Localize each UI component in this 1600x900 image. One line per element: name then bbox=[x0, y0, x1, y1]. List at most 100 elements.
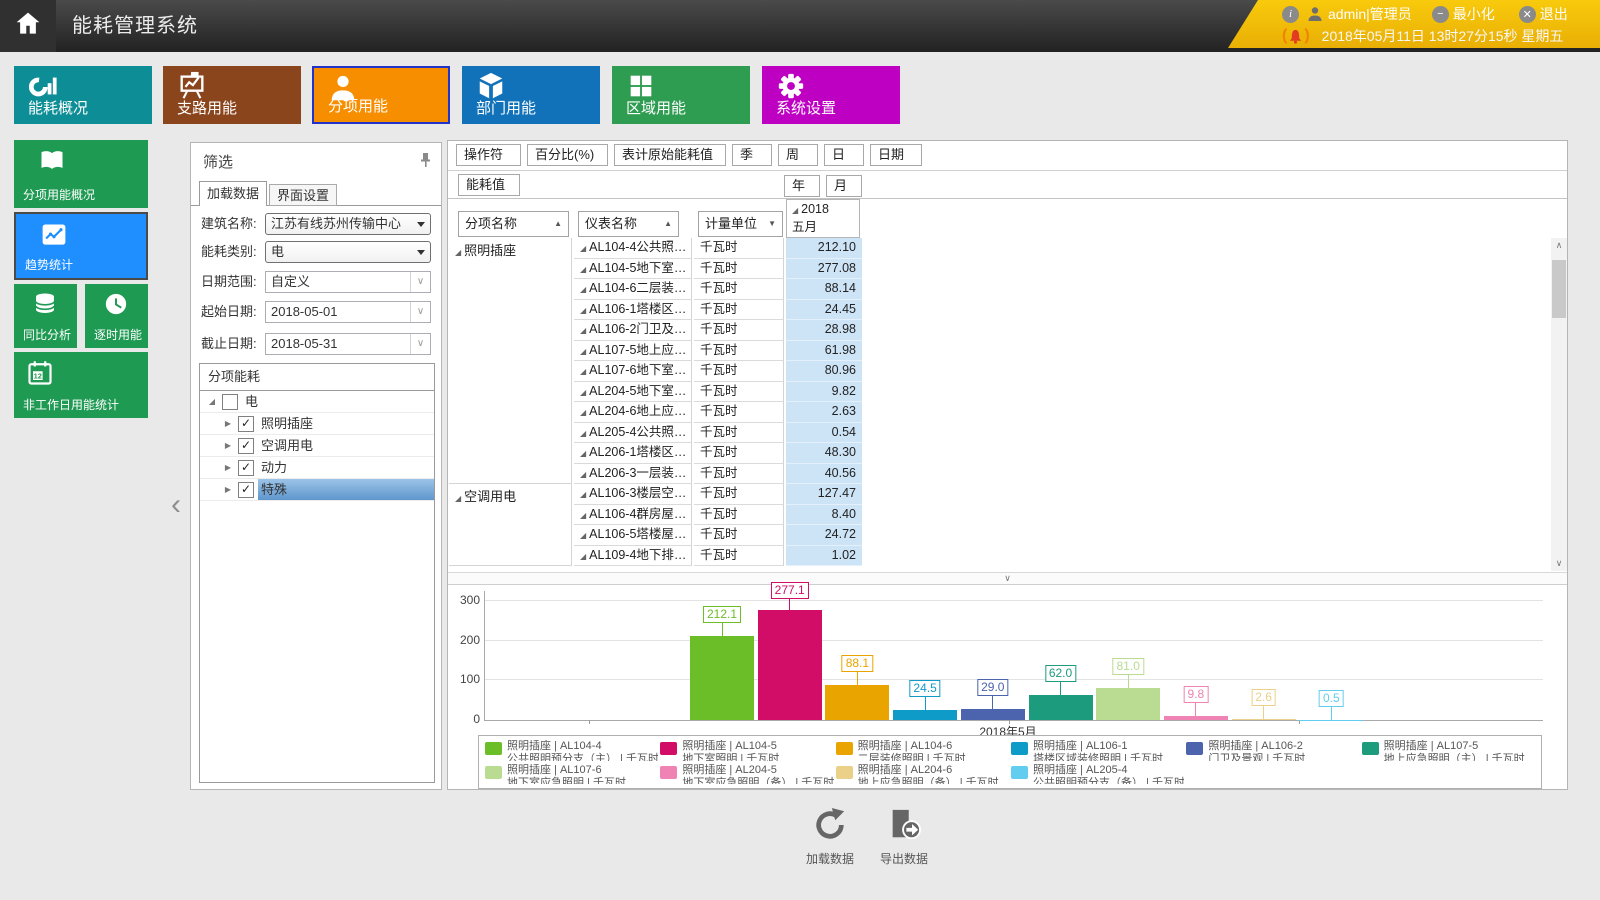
measure-chip[interactable]: 能耗值 bbox=[458, 174, 520, 196]
value-cell[interactable]: 0.54 bbox=[786, 423, 862, 444]
logout-label[interactable]: 退出 bbox=[1540, 4, 1568, 24]
unit-cell[interactable]: 千瓦时 bbox=[694, 279, 784, 300]
value-cell[interactable]: 40.56 bbox=[786, 464, 862, 485]
unit-cell[interactable]: 千瓦时 bbox=[694, 443, 784, 464]
tab-ui-settings[interactable]: 界面设置 bbox=[269, 184, 337, 206]
unit-cell[interactable]: 千瓦时 bbox=[694, 505, 784, 526]
sidebar-item-yoy-analysis[interactable]: 同比分析 bbox=[14, 284, 77, 348]
vertical-scrollbar[interactable]: ∧ ∨ bbox=[1551, 238, 1567, 571]
value-cell[interactable]: 212.10 bbox=[786, 238, 862, 259]
meter-cell[interactable]: ◢AL204-5地下室… bbox=[574, 382, 692, 403]
checkbox-unchecked[interactable] bbox=[222, 394, 238, 410]
value-cell[interactable]: 48.30 bbox=[786, 443, 862, 464]
sidebar-item-nonworkday-statistics[interactable]: 12 非工作日用能统计 bbox=[14, 352, 148, 418]
meter-cell[interactable]: ◢AL106-2门卫及… bbox=[574, 320, 692, 341]
close-icon[interactable]: ✕ bbox=[1519, 6, 1536, 23]
meter-cell[interactable]: ◢AL206-1塔楼区… bbox=[574, 443, 692, 464]
scroll-up-arrow[interactable]: ∧ bbox=[1551, 238, 1567, 253]
checkbox-checked[interactable]: ✓ bbox=[238, 416, 254, 432]
meter-cell[interactable]: ◢AL206-3一层装… bbox=[574, 464, 692, 485]
value-cell[interactable]: 24.45 bbox=[786, 300, 862, 321]
unit-cell[interactable]: 千瓦时 bbox=[694, 259, 784, 280]
unit-cell[interactable]: 千瓦时 bbox=[694, 238, 784, 259]
value-cell[interactable]: 1.02 bbox=[786, 546, 862, 567]
pivot-month-cell[interactable]: 五月 bbox=[786, 218, 860, 238]
collapsed-icon[interactable]: ▶ bbox=[222, 419, 234, 428]
value-cell[interactable]: 24.72 bbox=[786, 525, 862, 546]
energy-type-select[interactable]: 电 bbox=[265, 241, 431, 263]
unit-cell[interactable]: 千瓦时 bbox=[694, 300, 784, 321]
nav-tile-subitem-energy[interactable]: 分项用能 bbox=[312, 66, 450, 124]
meter-cell[interactable]: ◢AL109-4地下排… bbox=[574, 546, 692, 567]
sidebar-item-trend-statistics[interactable]: 趋势统计 bbox=[14, 212, 148, 280]
checkbox-checked[interactable]: ✓ bbox=[238, 482, 254, 498]
info-icon[interactable]: i bbox=[1282, 6, 1299, 23]
checkbox-checked[interactable]: ✓ bbox=[238, 460, 254, 476]
start-date-input[interactable]: 2018-05-01∨ bbox=[265, 301, 431, 323]
building-select[interactable]: 江苏有线苏州传输中心 bbox=[265, 213, 431, 235]
splitter-handle[interactable]: ∨ bbox=[448, 572, 1567, 585]
meter-cell[interactable]: ◢AL104-5地下室… bbox=[574, 259, 692, 280]
meter-cell[interactable]: ◢AL107-5地上应… bbox=[574, 341, 692, 362]
unit-cell[interactable]: 千瓦时 bbox=[694, 341, 784, 362]
meter-cell[interactable]: ◢AL106-1塔楼区… bbox=[574, 300, 692, 321]
meter-cell[interactable]: ◢AL104-6二层装… bbox=[574, 279, 692, 300]
export-data-button[interactable]: 导出数据 bbox=[880, 808, 928, 867]
tab-load-data[interactable]: 加载数据 bbox=[199, 181, 267, 206]
nav-tile-system-settings[interactable]: 系统设置 bbox=[762, 66, 900, 124]
tree-item-特殊[interactable]: ▶✓特殊 bbox=[200, 479, 434, 501]
minimize-label[interactable]: 最小化 bbox=[1453, 4, 1495, 24]
meter-cell[interactable]: ◢AL106-5塔楼屋… bbox=[574, 525, 692, 546]
group-cell[interactable]: ◢照明插座 bbox=[449, 238, 572, 484]
unit-cell[interactable]: 千瓦时 bbox=[694, 484, 784, 505]
group-cell[interactable]: ◢空调用电 bbox=[449, 484, 572, 566]
column-header-meter[interactable]: 仪表名称▲ bbox=[578, 211, 679, 237]
meter-cell[interactable]: ◢AL106-4群房屋… bbox=[574, 505, 692, 526]
operator-chip-周[interactable]: 周 bbox=[778, 144, 818, 166]
tree-item-电[interactable]: ◢电 bbox=[200, 391, 434, 413]
value-cell[interactable]: 80.96 bbox=[786, 361, 862, 382]
column-header-unit[interactable]: 计量单位▼ bbox=[698, 211, 783, 237]
pin-icon[interactable] bbox=[420, 153, 431, 173]
operator-chip-操作符[interactable]: 操作符 bbox=[456, 144, 521, 166]
pivot-year-cell[interactable]: ◢2018 bbox=[786, 199, 860, 219]
operator-chip-百分比(%)[interactable]: 百分比(%) bbox=[527, 144, 608, 166]
value-cell[interactable]: 61.98 bbox=[786, 341, 862, 362]
scrollbar-thumb[interactable] bbox=[1552, 260, 1566, 318]
tree-item-动力[interactable]: ▶✓动力 bbox=[200, 457, 434, 479]
collapsed-icon[interactable]: ▶ bbox=[222, 441, 234, 450]
unit-cell[interactable]: 千瓦时 bbox=[694, 320, 784, 341]
collapsed-icon[interactable]: ▶ bbox=[222, 463, 234, 472]
meter-cell[interactable]: ◢AL106-3楼层空… bbox=[574, 484, 692, 505]
value-cell[interactable]: 277.08 bbox=[786, 259, 862, 280]
end-date-input[interactable]: 2018-05-31∨ bbox=[265, 333, 431, 355]
unit-cell[interactable]: 千瓦时 bbox=[694, 525, 784, 546]
sidebar-item-subitem-overview[interactable]: 分项用能概况 bbox=[14, 140, 148, 208]
unit-cell[interactable]: 千瓦时 bbox=[694, 423, 784, 444]
value-cell[interactable]: 28.98 bbox=[786, 320, 862, 341]
alarm-icon[interactable]: ( bbox=[1282, 27, 1287, 45]
column-header-subitem[interactable]: 分项名称▲ bbox=[458, 211, 569, 237]
unit-cell[interactable]: 千瓦时 bbox=[694, 464, 784, 485]
nav-tile-branch-energy[interactable]: 支路用能 bbox=[163, 66, 301, 124]
unit-cell[interactable]: 千瓦时 bbox=[694, 546, 784, 567]
nav-tile-energy-overview[interactable]: 能耗概况 bbox=[14, 66, 152, 124]
collapse-panel-chevron[interactable]: ‹ bbox=[166, 488, 186, 522]
unit-cell[interactable]: 千瓦时 bbox=[694, 382, 784, 403]
meter-cell[interactable]: ◢AL205-4公共照… bbox=[574, 423, 692, 444]
minimize-icon[interactable]: − bbox=[1432, 6, 1449, 23]
tree-item-空调用电[interactable]: ▶✓空调用电 bbox=[200, 435, 434, 457]
date-range-select[interactable]: 自定义∨ bbox=[265, 271, 431, 293]
pivot-field-year[interactable]: 年▲ bbox=[784, 175, 820, 197]
meter-cell[interactable]: ◢AL104-4公共照… bbox=[574, 238, 692, 259]
unit-cell[interactable]: 千瓦时 bbox=[694, 402, 784, 423]
reload-data-button[interactable]: 加载数据 bbox=[806, 808, 854, 867]
home-button[interactable] bbox=[0, 0, 56, 52]
meter-cell[interactable]: ◢AL107-6地下室… bbox=[574, 361, 692, 382]
value-cell[interactable]: 88.14 bbox=[786, 279, 862, 300]
tree-item-照明插座[interactable]: ▶✓照明插座 bbox=[200, 413, 434, 435]
operator-chip-日[interactable]: 日 bbox=[824, 144, 864, 166]
nav-tile-department-energy[interactable]: 部门用能 bbox=[462, 66, 600, 124]
operator-chip-季[interactable]: 季 bbox=[732, 144, 772, 166]
value-cell[interactable]: 2.63 bbox=[786, 402, 862, 423]
